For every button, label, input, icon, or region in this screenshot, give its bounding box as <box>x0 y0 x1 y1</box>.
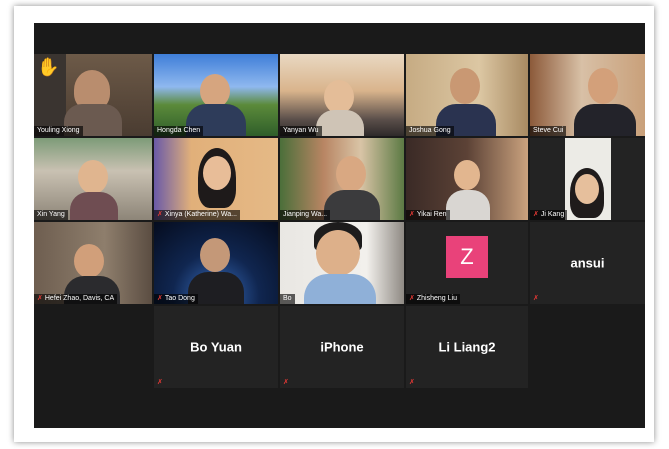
name-tag: ✗ <box>154 378 166 388</box>
person-silhouette <box>203 156 231 190</box>
tile-zhisheng-liu[interactable]: Z ✗ Zhisheng Liu <box>406 222 528 304</box>
mic-muted-icon: ✗ <box>409 211 415 218</box>
name-tag: Hongda Chen <box>154 126 204 136</box>
participant-name-large: Li Liang2 <box>438 339 496 355</box>
tile-xinya-katherine[interactable]: ✗ Xinya (Katherine) Wa... <box>154 138 278 220</box>
person-silhouette <box>575 174 599 204</box>
tile-xin-yang[interactable]: Xin Yang <box>34 138 152 220</box>
tile-youling-xiong[interactable]: ✋ Youling Xiong <box>34 54 152 136</box>
tile-li-liang2[interactable]: Li Liang2 ✗ <box>406 306 528 388</box>
name-tag: ✗ Xinya (Katherine) Wa... <box>154 210 240 220</box>
mic-muted-icon: ✗ <box>157 295 163 302</box>
name-tag: ✗ Ji Kang <box>530 210 568 220</box>
tile-ji-kang[interactable]: ✗ Ji Kang <box>530 138 645 220</box>
tile-joshua-gong[interactable]: Joshua Gong <box>406 54 528 136</box>
participant-name-large: iPhone <box>320 339 364 355</box>
tile-steve-cui[interactable]: Steve Cui <box>530 54 645 136</box>
tile-yikai-ren[interactable]: ✗ Yikai Ren <box>406 138 528 220</box>
person-body <box>316 110 364 136</box>
person-silhouette <box>78 160 108 194</box>
person-body <box>324 190 380 220</box>
person-body <box>574 104 636 136</box>
mic-muted-icon: ✗ <box>283 379 289 386</box>
person-silhouette <box>588 68 618 104</box>
name-tag: ✗ <box>280 378 292 388</box>
tile-bo-yuan[interactable]: Bo Yuan ✗ <box>154 306 278 388</box>
person-body <box>446 190 490 220</box>
person-silhouette <box>200 74 230 108</box>
name-tag: Joshua Gong <box>406 126 454 136</box>
name-tag: Xin Yang <box>34 210 68 220</box>
tile-jianping[interactable]: Jianping Wa... <box>280 138 404 220</box>
tile-bo[interactable]: Bo <box>280 222 404 304</box>
person-silhouette <box>316 230 360 276</box>
name-tag: ✗ Yikai Ren <box>406 210 450 220</box>
raised-hand-icon: ✋ <box>37 57 60 77</box>
person-body <box>70 192 118 220</box>
mic-muted-icon: ✗ <box>409 295 415 302</box>
person-silhouette <box>74 244 104 278</box>
video-gallery: ✋ Youling Xiong Hongda Chen Yanyan Wu Jo… <box>34 23 645 428</box>
person-silhouette <box>200 238 230 272</box>
name-tag: Jianping Wa... <box>280 210 331 220</box>
tile-hongda-chen[interactable]: Hongda Chen <box>154 54 278 136</box>
tile-iphone[interactable]: iPhone ✗ <box>280 306 404 388</box>
name-tag: ✗ <box>530 294 542 304</box>
tile-yanyan-wu[interactable]: Yanyan Wu <box>280 54 404 136</box>
participant-name-large: ansui <box>570 255 605 271</box>
tile-tao-dong[interactable]: ✗ Tao Dong <box>154 222 278 304</box>
person-silhouette <box>450 68 480 104</box>
name-tag: ✗ Zhisheng Liu <box>406 294 460 304</box>
person-silhouette <box>336 156 366 192</box>
avatar: Z <box>446 236 488 278</box>
mic-muted-icon: ✗ <box>533 295 539 302</box>
mic-muted-icon: ✗ <box>409 379 415 386</box>
name-tag: Bo <box>280 294 295 304</box>
tile-hefei-zhao[interactable]: ✗ Hefei Zhao, Davis, CA <box>34 222 152 304</box>
name-tag: ✗ <box>406 378 418 388</box>
person-silhouette <box>324 80 354 114</box>
name-tag: ✗ Tao Dong <box>154 294 198 304</box>
name-tag: Youling Xiong <box>34 126 83 136</box>
mic-muted-icon: ✗ <box>533 211 539 218</box>
participant-name-large: Bo Yuan <box>190 339 242 355</box>
name-tag: Steve Cui <box>530 126 567 136</box>
name-tag: ✗ Hefei Zhao, Davis, CA <box>34 294 118 304</box>
person-body <box>304 274 376 304</box>
mic-muted-icon: ✗ <box>37 295 43 302</box>
mic-muted-icon: ✗ <box>157 379 163 386</box>
tile-ansui[interactable]: ansui ✗ <box>530 222 645 304</box>
person-silhouette <box>454 160 480 190</box>
name-tag: Yanyan Wu <box>280 126 322 136</box>
mic-muted-icon: ✗ <box>157 211 163 218</box>
